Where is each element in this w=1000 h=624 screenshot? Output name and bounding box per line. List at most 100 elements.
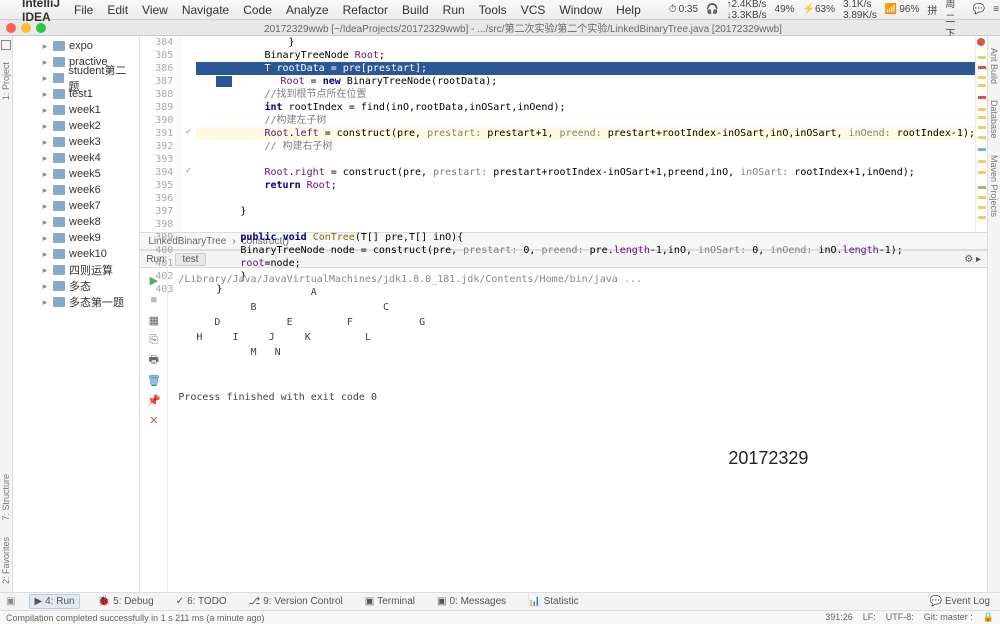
menu-build[interactable]: Build (402, 3, 429, 17)
close-run-button[interactable]: ✕ (146, 412, 162, 428)
menu-vcs[interactable]: VCS (521, 3, 546, 17)
tab-statistic[interactable]: 📊 Statistic (524, 595, 582, 608)
expand-arrow-icon[interactable]: ▸ (41, 201, 49, 212)
tree-item[interactable]: ▸四则运算 (13, 262, 139, 278)
tab-ant[interactable]: Ant Build (988, 44, 1000, 88)
tab-favorites[interactable]: 2: Favorites (0, 533, 12, 588)
expand-arrow-icon[interactable]: ▸ (41, 57, 49, 68)
print-button[interactable]: 🖶 (146, 352, 162, 368)
code-line[interactable]: T rootData = pre[prestart]; (196, 62, 975, 75)
project-icon[interactable] (1, 40, 11, 50)
tab-run[interactable]: ▶ 4: Run (29, 594, 79, 609)
menu-navigate[interactable]: Navigate (182, 3, 229, 17)
code-line[interactable]: Root.left = construct(pre, prestart: pre… (196, 127, 975, 140)
tree-item[interactable]: ▸week7 (13, 198, 139, 214)
run-console[interactable]: /Library/Java/JavaVirtualMachines/jdk1.8… (168, 268, 987, 592)
trash-button[interactable]: 🗑 (146, 372, 162, 388)
tree-item[interactable]: ▸expo (13, 38, 139, 54)
tree-item[interactable]: ▸多态第一题 (13, 294, 139, 310)
encoding[interactable]: UTF-8: (886, 612, 914, 623)
menu-icon[interactable]: ≡ (993, 4, 999, 15)
code-line[interactable]: BinaryTreeNode Root; (196, 49, 975, 62)
code-line[interactable]: Root = new BinaryTreeNode(rootData); (196, 75, 975, 88)
tab-structure[interactable]: 7: Structure (0, 470, 12, 525)
expand-arrow-icon[interactable]: ▸ (41, 153, 49, 164)
tab-event-log[interactable]: 💬 Event Log (926, 595, 995, 608)
code-line[interactable]: public void ConTree(T[] pre,T[] inO){ (196, 231, 975, 244)
tree-item[interactable]: ▸student第二题 (13, 70, 139, 86)
tab-todo[interactable]: ✓ 6: TODO (172, 595, 231, 608)
minimize-button[interactable] (21, 23, 31, 33)
expand-arrow-icon[interactable]: ▸ (41, 185, 49, 196)
expand-arrow-icon[interactable]: ▸ (41, 169, 49, 180)
cursor-position[interactable]: 391:26 (825, 612, 853, 623)
tab-terminal[interactable]: ▣ Terminal (361, 595, 419, 608)
expand-arrow-icon[interactable]: ▸ (41, 41, 49, 52)
code-line[interactable] (196, 153, 975, 166)
tab-project[interactable]: 1: Project (0, 58, 12, 104)
code-line[interactable]: BinaryTreeNode node = construct(pre, pre… (196, 244, 975, 257)
menu-tools[interactable]: Tools (479, 3, 507, 17)
menu-analyze[interactable]: Analyze (286, 3, 329, 17)
tab-database[interactable]: Database (988, 96, 1000, 143)
expand-arrow-icon[interactable]: ▸ (41, 217, 49, 228)
maximize-button[interactable] (36, 23, 46, 33)
code-line[interactable]: return Root; (196, 179, 975, 192)
code-line[interactable]: //构建左子树 (196, 114, 975, 127)
code-line[interactable]: } (196, 36, 975, 49)
error-stripe[interactable] (975, 36, 987, 232)
folder-icon (53, 137, 65, 147)
layout-button[interactable]: ▦ (146, 312, 162, 328)
input-lang[interactable]: 拼 (927, 2, 937, 17)
tree-item[interactable]: ▸week1 (13, 102, 139, 118)
tab-messages[interactable]: ▣ 0: Messages (433, 595, 510, 608)
expand-arrow-icon[interactable]: ▸ (41, 233, 49, 244)
menu-view[interactable]: View (142, 3, 168, 17)
chat-icon[interactable]: 💬 (973, 4, 985, 15)
expand-arrow-icon[interactable]: ▸ (41, 249, 49, 260)
menu-edit[interactable]: Edit (107, 3, 128, 17)
tree-item[interactable]: ▸week9 (13, 230, 139, 246)
menu-help[interactable]: Help (616, 3, 641, 17)
tool-windows-icon[interactable]: ▣ (6, 596, 15, 607)
expand-arrow-icon[interactable]: ▸ (41, 105, 49, 116)
error-indicator-icon[interactable] (977, 38, 985, 46)
tree-item[interactable]: ▸week2 (13, 118, 139, 134)
tab-vcs[interactable]: ⎇ 9: Version Control (245, 595, 347, 608)
code-line[interactable] (196, 192, 975, 205)
code-line[interactable]: //找到根节点所在位置 (196, 88, 975, 101)
expand-arrow-icon[interactable]: ▸ (41, 89, 49, 100)
code-line[interactable]: } (196, 205, 975, 218)
menu-code[interactable]: Code (243, 3, 272, 17)
expand-arrow-icon[interactable]: ▸ (41, 121, 49, 132)
code-line[interactable]: int rootIndex = find(inO,rootData,inOSar… (196, 101, 975, 114)
close-button[interactable] (6, 23, 16, 33)
pin-button[interactable]: 📌 (146, 392, 162, 408)
expand-arrow-icon[interactable]: ▸ (41, 281, 49, 292)
tab-maven[interactable]: Maven Projects (988, 151, 1000, 221)
expand-arrow-icon[interactable]: ▸ (41, 265, 49, 276)
code-line[interactable] (196, 218, 975, 231)
tree-item[interactable]: ▸week8 (13, 214, 139, 230)
lock-icon[interactable]: 🔒 (983, 612, 994, 623)
code-line[interactable]: Root.right = construct(pre, prestart: pr… (196, 166, 975, 179)
tree-item[interactable]: ▸week5 (13, 166, 139, 182)
tree-item[interactable]: ▸week4 (13, 150, 139, 166)
code-editor[interactable]: 3843853863873883893903913923933943953963… (140, 36, 987, 232)
expand-arrow-icon[interactable]: ▸ (41, 73, 49, 84)
line-ending[interactable]: LF: (863, 612, 876, 623)
menu-window[interactable]: Window (559, 3, 602, 17)
git-branch[interactable]: Git: master : (924, 612, 973, 623)
menu-run[interactable]: Run (443, 3, 465, 17)
code-line[interactable]: // 构建右子树 (196, 140, 975, 153)
tree-item[interactable]: ▸多态 (13, 278, 139, 294)
tree-item[interactable]: ▸week10 (13, 246, 139, 262)
expand-arrow-icon[interactable]: ▸ (41, 297, 49, 308)
expand-arrow-icon[interactable]: ▸ (41, 137, 49, 148)
tree-item[interactable]: ▸week3 (13, 134, 139, 150)
tree-item[interactable]: ▸week6 (13, 182, 139, 198)
menu-refactor[interactable]: Refactor (343, 3, 388, 17)
tab-debug[interactable]: 🐞 5: Debug (94, 595, 158, 608)
filter-button[interactable]: ⎘ (146, 332, 162, 348)
menu-file[interactable]: File (74, 3, 93, 17)
